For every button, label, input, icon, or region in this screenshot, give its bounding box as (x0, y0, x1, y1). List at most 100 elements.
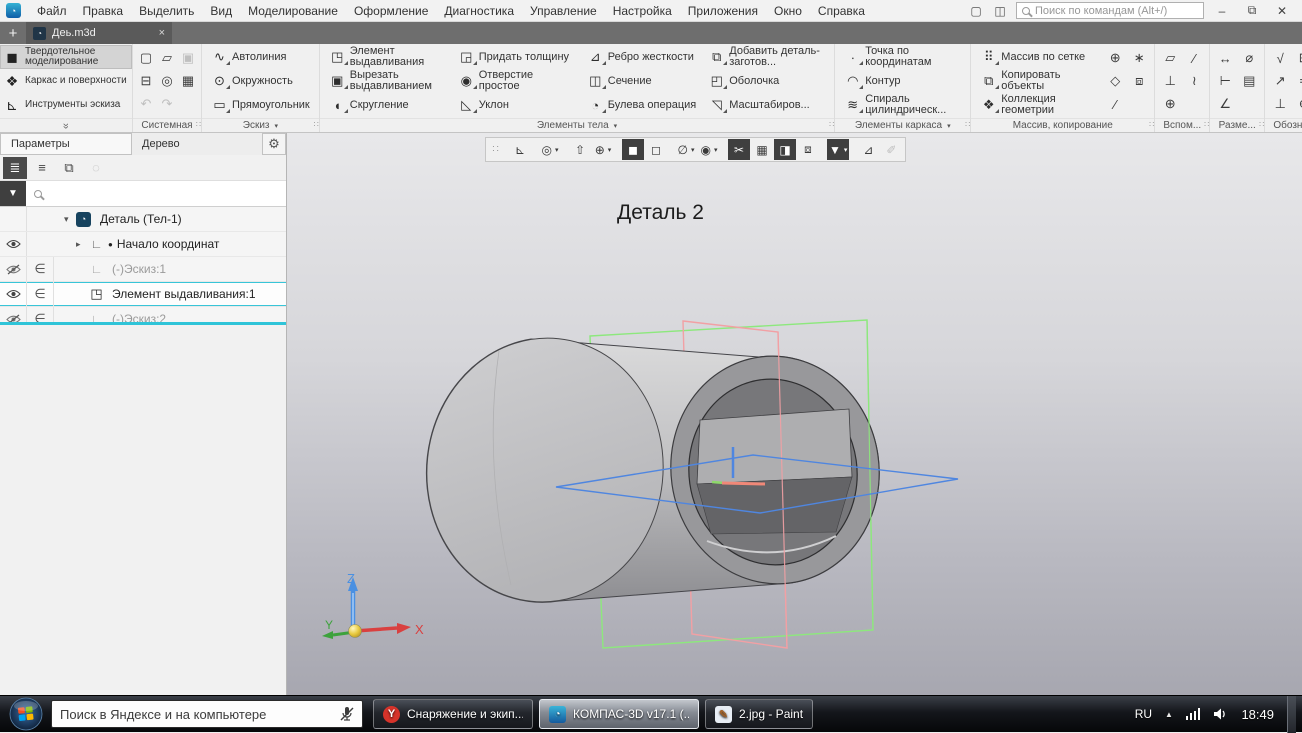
clipping-button[interactable]: ✂▾ (728, 139, 750, 160)
datum-icon[interactable]: ⊥ (1270, 94, 1290, 114)
point-by-coords-tool[interactable]: ∙ Точка по координатам (838, 45, 967, 69)
add-stock-part-tool[interactable]: ⧉ Добавить деталь-заготов... (702, 45, 831, 69)
tree-item-label[interactable]: Начало координат (117, 237, 220, 251)
tree-item-label[interactable]: (-)Эскиз:1 (112, 262, 166, 276)
draft-tool[interactable]: ◺ Уклон (452, 93, 581, 117)
dropdown-arrow-icon[interactable]: ▾ (691, 146, 695, 154)
tab-parameters[interactable]: Параметры (0, 133, 132, 155)
tree-area-select-icon[interactable]: ◌ (84, 157, 108, 179)
ribbon-collapse-icon[interactable]: « (60, 122, 72, 128)
menu-item[interactable]: Диагностика (436, 0, 522, 21)
contour-tool[interactable]: ◠ Контур (838, 69, 967, 93)
fillet-tool[interactable]: ◖ Скругление (323, 93, 452, 117)
gear-icon[interactable]: ⚙ (262, 133, 286, 155)
tree-item-sketch-1[interactable]: ∈ ∟ (-)Эскиз:1 (0, 257, 286, 282)
tree-item-part[interactable]: ∈ ▾ ◔ Деталь (Тел-1) (0, 207, 286, 232)
scene-display-button[interactable]: ◉▾ (698, 139, 720, 160)
shaded-display-button[interactable]: ◼▾ (622, 139, 644, 160)
section-tool[interactable]: ◫ Сечение (581, 69, 703, 93)
measure-button[interactable]: ⊿▾ (857, 139, 879, 160)
aux-local-cs-icon[interactable]: ⊥ (1160, 71, 1180, 91)
tree-item-label[interactable]: Элемент выдавливания:1 (112, 287, 256, 301)
tree-structure-view-icon[interactable]: ≣ (3, 157, 27, 179)
menu-item[interactable]: Приложения (680, 0, 766, 21)
grid-copy-icon[interactable]: ⧈ (1129, 71, 1149, 91)
hide-objects-button[interactable]: ∅▾ (675, 139, 697, 160)
restore-button[interactable]: ⧉ (1240, 3, 1264, 18)
taskbar-search-box[interactable]: Поиск в Яндексе и на компьютере (51, 700, 363, 728)
language-indicator[interactable]: RU (1135, 707, 1152, 721)
microphone-muted-icon[interactable] (340, 706, 354, 722)
menu-item[interactable]: Выделить (131, 0, 202, 21)
components-button[interactable]: ⧈▾ (797, 139, 819, 160)
menu-item[interactable]: Настройка (605, 0, 680, 21)
tree-item-origin[interactable]: ∈ ▸ ∟ ● Начало координат (0, 232, 286, 257)
show-desktop-button[interactable] (1287, 696, 1296, 733)
array-by-axes-icon[interactable]: ⊕ (1105, 48, 1125, 68)
save-icon[interactable]: ▣ (178, 48, 198, 68)
boolean-tool[interactable]: ◔ Булева операция (581, 93, 703, 117)
expander-icon[interactable]: ▸ (76, 239, 88, 250)
linear-dimension-icon[interactable]: ⊢ (1215, 71, 1235, 91)
shell-tool[interactable]: ◰ Оболочка (702, 69, 831, 93)
dropdown-arrow-icon[interactable]: ▾ (555, 146, 559, 154)
new-document-icon[interactable]: ▢ (136, 48, 156, 68)
visibility-eye-icon[interactable] (0, 257, 27, 281)
taskbar-app-yandex[interactable]: Y Снаряжение и экип... (373, 699, 533, 729)
print-preview-icon[interactable]: ◎ (157, 71, 177, 91)
mode-frame-surfaces[interactable]: ❖ Каркас и поверхности (0, 69, 132, 93)
menu-item[interactable]: Правка (75, 0, 132, 21)
section-dropdown-icon[interactable]: ▾ (614, 122, 618, 130)
menu-item[interactable]: Вид (202, 0, 240, 21)
tree-item-extrude-1[interactable]: ∈ ◳ Элемент выдавливания:1 (0, 282, 286, 307)
aux-plane-icon[interactable]: ▱ (1160, 48, 1180, 68)
cut-extrude-tool[interactable]: ▣ Вырезать выдавливанием (323, 69, 452, 93)
clock[interactable]: 18:49 (1241, 707, 1274, 722)
mode-solid-modeling[interactable]: ◼ Твердотельное моделирование (0, 45, 132, 69)
mode-sketch-tools[interactable]: ⊾ Инструменты эскиза (0, 93, 132, 117)
close-button[interactable]: ✕ (1270, 4, 1294, 18)
new-tab-button[interactable]: + (0, 22, 26, 44)
points-array-icon[interactable]: ∗ (1129, 48, 1149, 68)
undo-icon[interactable]: ↶ (136, 94, 156, 114)
section-dropdown-icon[interactable]: ▾ (947, 122, 951, 130)
viewport-3d[interactable]: Z X Y Деталь 2 ∷▾ ⊾▾ ◎▾ (287, 133, 1302, 695)
leader-icon[interactable]: ↗ (1270, 71, 1290, 91)
aux-curve-icon[interactable]: ≀ (1184, 71, 1204, 91)
tab-close-icon[interactable]: × (159, 27, 165, 39)
geometry-collection-tool[interactable]: ❖ Коллекция геометрии (974, 93, 1103, 117)
tab-tree[interactable]: Дерево (132, 133, 190, 155)
network-signal-icon[interactable] (1186, 708, 1201, 720)
sketch-mode-button[interactable]: ⊾▾ (509, 139, 531, 160)
filter-button[interactable]: ▼▾ (827, 139, 849, 160)
radial-dimension-icon[interactable]: ⌀ (1239, 48, 1259, 68)
window-split-icon[interactable]: ◫ (990, 3, 1010, 19)
tree-item-label[interactable]: Деталь (Тел-1) (100, 212, 182, 226)
dropdown-arrow-icon[interactable]: ▾ (608, 146, 612, 154)
simplified-display-button[interactable]: ◨▾ (774, 139, 796, 160)
section-dropdown-icon[interactable]: ▾ (274, 122, 278, 130)
tree-order-view-icon[interactable]: ≡ (30, 157, 54, 179)
angular-dimension-icon[interactable]: ∠ (1215, 94, 1235, 114)
dimension-table-icon[interactable]: ▤ (1239, 71, 1259, 91)
menu-item[interactable]: Справка (810, 0, 873, 21)
tolerance-frame-icon[interactable]: ⊞ (1294, 48, 1302, 68)
tree-search-input[interactable] (48, 187, 278, 201)
menu-item[interactable]: Управление (522, 0, 605, 21)
menu-item[interactable]: Файл (29, 0, 75, 21)
zoom-button[interactable]: ◎▾ (539, 139, 561, 160)
marking-icon[interactable]: ≜ (1294, 71, 1302, 91)
rectangle-tool[interactable]: ▭ Прямоугольник (205, 93, 316, 117)
section-grid-button[interactable]: ▦▾ (751, 139, 773, 160)
command-search-box[interactable]: Поиск по командам (Alt+/) (1016, 2, 1204, 19)
curve-array-icon[interactable]: ∕ (1105, 94, 1125, 114)
minimize-button[interactable]: – (1210, 4, 1234, 18)
taskbar-app-kompas[interactable]: ◔ КОМПАС-3D v17.1 (... (539, 699, 699, 729)
tree-relations-icon[interactable]: ⧉ (57, 157, 81, 179)
start-button[interactable] (9, 697, 43, 731)
cylindrical-spiral-tool[interactable]: ≋ Спираль цилиндрическ... (838, 93, 967, 117)
dropdown-arrow-icon[interactable]: ▾ (844, 146, 848, 154)
auto-dimension-icon[interactable]: ↔ (1215, 48, 1235, 68)
visibility-eye-icon[interactable] (0, 232, 27, 256)
copy-objects-tool[interactable]: ⧉ Копировать объекты (974, 69, 1103, 93)
